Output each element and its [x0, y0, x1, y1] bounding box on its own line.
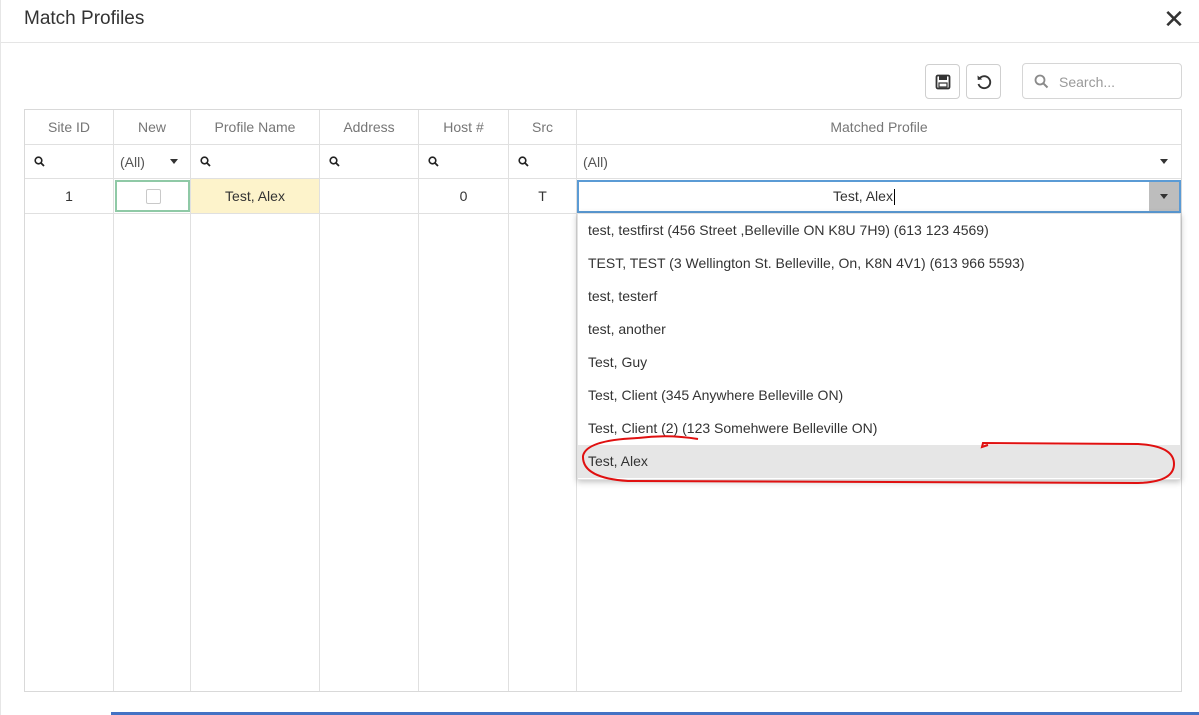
title-bar: Match Profiles ✕ [1, 0, 1199, 43]
search-icon [1034, 74, 1049, 89]
chevron-down-icon [1160, 194, 1168, 199]
search-icon [329, 156, 340, 167]
filter-address[interactable] [320, 145, 418, 178]
dropdown-option[interactable]: test, testfirst (456 Street ,Belleville … [578, 214, 1180, 247]
search-box[interactable] [1022, 63, 1182, 99]
search-icon [34, 156, 45, 167]
column-header-host[interactable]: Host # [419, 110, 508, 144]
dropdown-option[interactable]: test, another [578, 313, 1180, 346]
filter-matched-profile-value: (All) [583, 154, 608, 170]
cell-host[interactable]: 0 [419, 179, 508, 213]
filter-profile-name[interactable] [191, 145, 319, 178]
column-header-new[interactable]: New [114, 110, 190, 144]
column-header-src[interactable]: Src [509, 110, 576, 144]
filter-new-select[interactable]: (All) [114, 145, 190, 178]
search-icon [200, 156, 211, 167]
dropdown-option[interactable]: TEST, TEST (3 Wellington St. Belleville,… [578, 247, 1180, 280]
chevron-down-icon [1160, 159, 1168, 164]
chevron-down-icon [170, 159, 178, 164]
match-profiles-dialog: Match Profiles ✕ Site ID New [0, 0, 1199, 715]
undo-button[interactable] [966, 64, 1001, 99]
close-button[interactable]: ✕ [1161, 6, 1187, 32]
filter-src[interactable] [509, 145, 576, 178]
dialog-title: Match Profiles [24, 8, 145, 29]
search-input[interactable] [1057, 71, 1175, 93]
search-icon [428, 156, 439, 167]
red-annotation-ellipse [581, 435, 1176, 485]
matched-profile-value: Test, Alex [833, 188, 893, 204]
new-checkbox[interactable] [146, 189, 161, 204]
dropdown-toggle-button[interactable] [1149, 182, 1179, 211]
column-header-site-id[interactable]: Site ID [25, 110, 113, 144]
cell-site-id: 1 [65, 188, 73, 204]
filter-new-value: (All) [120, 154, 145, 170]
cell-src[interactable]: T [509, 179, 576, 213]
matched-profile-combobox[interactable]: Test, Alex [577, 180, 1181, 213]
column-header-address[interactable]: Address [320, 110, 418, 144]
filter-matched-profile-select[interactable]: (All) [577, 145, 1181, 178]
filter-host[interactable] [419, 145, 508, 178]
cell-profile-name[interactable]: Test, Alex [191, 179, 319, 213]
filter-site-id[interactable] [25, 145, 113, 178]
save-icon [935, 74, 950, 89]
text-cursor [893, 189, 895, 206]
column-header-matched-profile[interactable]: Matched Profile [577, 110, 1181, 144]
dropdown-option[interactable]: Test, Client (345 Anywhere Belleville ON… [578, 379, 1180, 412]
cell-new[interactable] [115, 180, 190, 212]
column-header-profile-name[interactable]: Profile Name [191, 110, 319, 144]
save-button[interactable] [925, 64, 960, 99]
undo-icon [977, 74, 991, 89]
dropdown-option[interactable]: test, testerf [578, 280, 1180, 313]
cell-address[interactable] [320, 179, 418, 213]
dropdown-option[interactable]: Test, Guy [578, 346, 1180, 379]
search-icon [518, 156, 529, 167]
